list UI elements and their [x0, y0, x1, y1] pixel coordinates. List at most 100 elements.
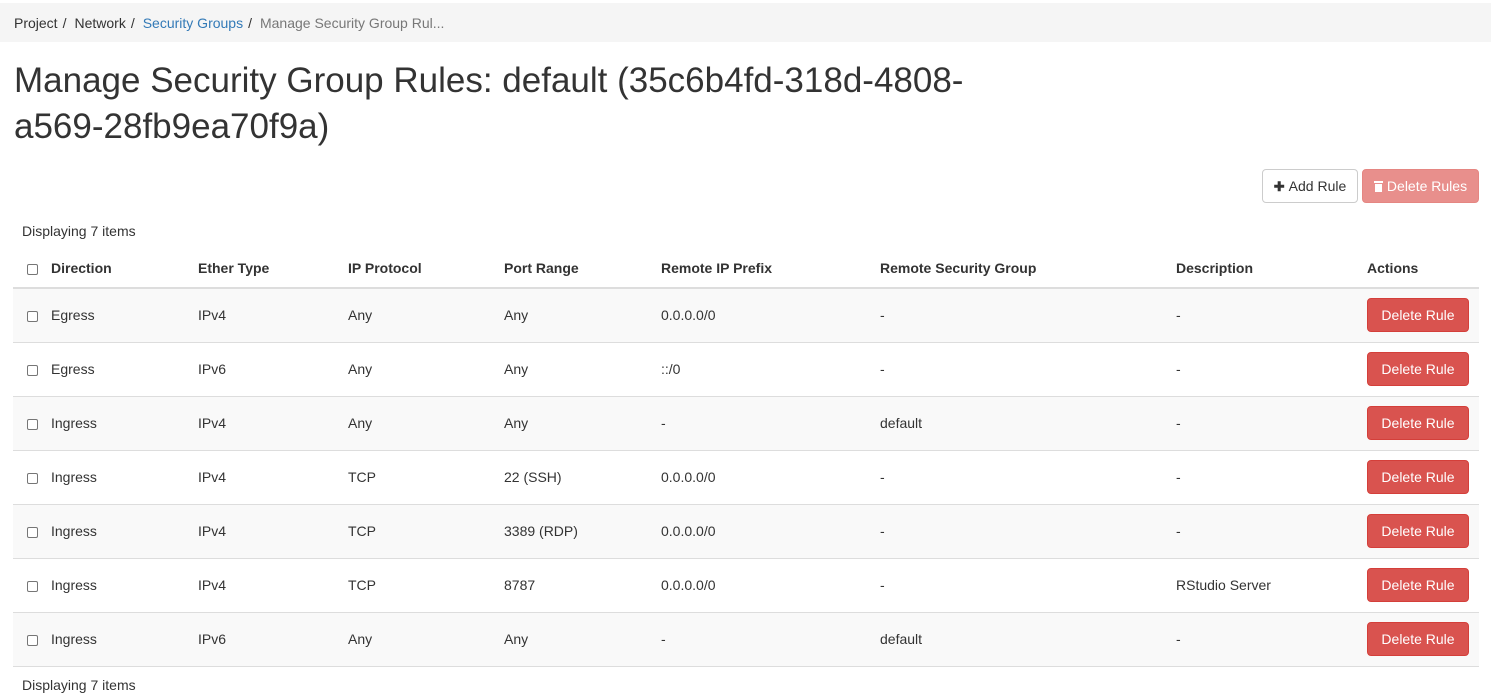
- breadcrumb-project: Project: [14, 14, 58, 31]
- row-checkbox[interactable]: [27, 472, 38, 484]
- column-header: IP Protocol: [348, 249, 504, 289]
- delete-rule-button[interactable]: Delete Rule: [1367, 298, 1469, 333]
- delete-rule-button[interactable]: Delete Rule: [1367, 622, 1469, 656]
- row-checkbox[interactable]: [27, 526, 38, 538]
- cell-port-range: 3389 (RDP): [504, 504, 661, 559]
- delete-rule-button[interactable]: Delete Rule: [1367, 568, 1469, 602]
- delete-rules-label: Delete Rules: [1386, 178, 1468, 194]
- cell-actions: Delete Rule: [1367, 450, 1479, 505]
- cell-description: -: [1176, 450, 1367, 505]
- table-row: Egress IPv4 Any Any 0.0.0.0/0 - - Delete…: [13, 288, 1479, 343]
- row-checkbox[interactable]: [27, 580, 38, 592]
- cell-ether-type: IPv4: [198, 396, 348, 451]
- cell-remote-security-group: default: [880, 612, 1176, 667]
- cell-ether-type: IPv4: [198, 504, 348, 559]
- cell-remote-security-group: -: [880, 450, 1176, 505]
- table-row: Egress IPv6 Any Any ::/0 - - Delete Rule: [13, 342, 1479, 397]
- cell-remote-security-group: -: [880, 558, 1176, 613]
- cell-ip-protocol: Any: [348, 288, 504, 343]
- breadcrumb-network: Network: [74, 14, 126, 31]
- table-row: Ingress IPv4 TCP 8787 0.0.0.0/0 - RStudi…: [13, 558, 1479, 613]
- breadcrumb-separator: /: [130, 14, 135, 31]
- plus-icon: ✚: [1273, 178, 1285, 194]
- row-select-cell: [13, 504, 51, 559]
- table-header-row: Direction Ether Type IP Protocol Port Ra…: [13, 249, 1479, 289]
- table-row: Ingress IPv4 TCP 22 (SSH) 0.0.0.0/0 - - …: [13, 450, 1479, 505]
- column-header: Port Range: [504, 249, 661, 289]
- cell-actions: Delete Rule: [1367, 558, 1479, 613]
- column-header: Description: [1176, 249, 1367, 289]
- row-checkbox[interactable]: [27, 634, 38, 646]
- cell-remote-security-group: -: [880, 342, 1176, 397]
- row-checkbox[interactable]: [27, 418, 38, 430]
- cell-port-range: Any: [504, 288, 661, 343]
- cell-actions: Delete Rule: [1367, 342, 1479, 397]
- cell-direction: Ingress: [51, 612, 198, 667]
- cell-port-range: Any: [504, 342, 661, 397]
- breadcrumb-separator: /: [62, 14, 67, 31]
- add-rule-label: Add Rule: [1288, 178, 1347, 194]
- cell-remote-security-group: -: [880, 288, 1176, 343]
- cell-remote-ip-prefix: 0.0.0.0/0: [661, 288, 880, 343]
- breadcrumb-current: Manage Security Group Rul...: [259, 14, 445, 31]
- cell-port-range: Any: [504, 612, 661, 667]
- rules-table: Direction Ether Type IP Protocol Port Ra…: [13, 249, 1479, 667]
- cell-remote-ip-prefix: 0.0.0.0/0: [661, 450, 880, 505]
- cell-ip-protocol: Any: [348, 612, 504, 667]
- cell-description: -: [1176, 612, 1367, 667]
- cell-direction: Ingress: [51, 504, 198, 559]
- cell-port-range: 8787: [504, 558, 661, 613]
- row-select-cell: [13, 612, 51, 667]
- cell-ip-protocol: Any: [348, 396, 504, 451]
- delete-rule-button[interactable]: Delete Rule: [1367, 352, 1469, 386]
- cell-direction: Ingress: [51, 450, 198, 505]
- cell-ip-protocol: TCP: [348, 450, 504, 505]
- row-checkbox[interactable]: [27, 364, 38, 376]
- cell-actions: Delete Rule: [1367, 504, 1479, 559]
- select-all-checkbox[interactable]: [27, 263, 38, 275]
- cell-actions: Delete Rule: [1367, 612, 1479, 667]
- cell-ip-protocol: TCP: [348, 504, 504, 559]
- cell-direction: Ingress: [51, 396, 198, 451]
- page-title: Manage Security Group Rules: default (35…: [14, 61, 964, 146]
- column-header: Direction: [51, 249, 198, 289]
- row-checkbox[interactable]: [27, 311, 38, 323]
- cell-remote-security-group: -: [880, 504, 1176, 559]
- cell-ip-protocol: Any: [348, 342, 504, 397]
- cell-ether-type: IPv6: [198, 612, 348, 667]
- cell-description: RStudio Server: [1176, 558, 1367, 613]
- delete-rule-button[interactable]: Delete Rule: [1367, 514, 1469, 548]
- cell-remote-ip-prefix: 0.0.0.0/0: [661, 558, 880, 613]
- table-row: Ingress IPv6 Any Any - default - Delete …: [13, 612, 1479, 667]
- cell-remote-ip-prefix: -: [661, 396, 880, 451]
- row-select-cell: [13, 396, 51, 451]
- delete-rule-button[interactable]: Delete Rule: [1367, 460, 1469, 494]
- column-header: Remote Security Group: [880, 249, 1176, 289]
- breadcrumb-separator: /: [248, 14, 252, 31]
- row-select-cell: [13, 288, 51, 343]
- cell-description: -: [1176, 288, 1367, 343]
- column-header: Remote IP Prefix: [661, 249, 880, 289]
- breadcrumb-security-groups-link[interactable]: Security Groups: [143, 15, 243, 31]
- cell-remote-ip-prefix: -: [661, 612, 880, 667]
- item-count-bottom: Displaying 7 items: [22, 677, 136, 693]
- table-row: Ingress IPv4 Any Any - default - Delete …: [13, 396, 1479, 451]
- select-all-header: [13, 249, 51, 289]
- cell-direction: Egress: [51, 342, 198, 397]
- delete-rules-button[interactable]: Delete Rules: [1362, 169, 1479, 203]
- cell-direction: Egress: [51, 288, 198, 343]
- row-select-cell: [13, 342, 51, 397]
- cell-direction: Ingress: [51, 558, 198, 613]
- add-rule-button[interactable]: ✚ Add Rule: [1262, 169, 1358, 203]
- cell-ether-type: IPv6: [198, 342, 348, 397]
- delete-rule-button[interactable]: Delete Rule: [1367, 406, 1469, 440]
- trash-icon: [1373, 180, 1383, 192]
- cell-ether-type: IPv4: [198, 288, 348, 343]
- cell-description: -: [1176, 504, 1367, 559]
- table-row: Ingress IPv4 TCP 3389 (RDP) 0.0.0.0/0 - …: [13, 504, 1479, 559]
- cell-remote-ip-prefix: 0.0.0.0/0: [661, 504, 880, 559]
- cell-description: -: [1176, 396, 1367, 451]
- cell-ether-type: IPv4: [198, 450, 348, 505]
- cell-port-range: 22 (SSH): [504, 450, 661, 505]
- row-select-cell: [13, 558, 51, 613]
